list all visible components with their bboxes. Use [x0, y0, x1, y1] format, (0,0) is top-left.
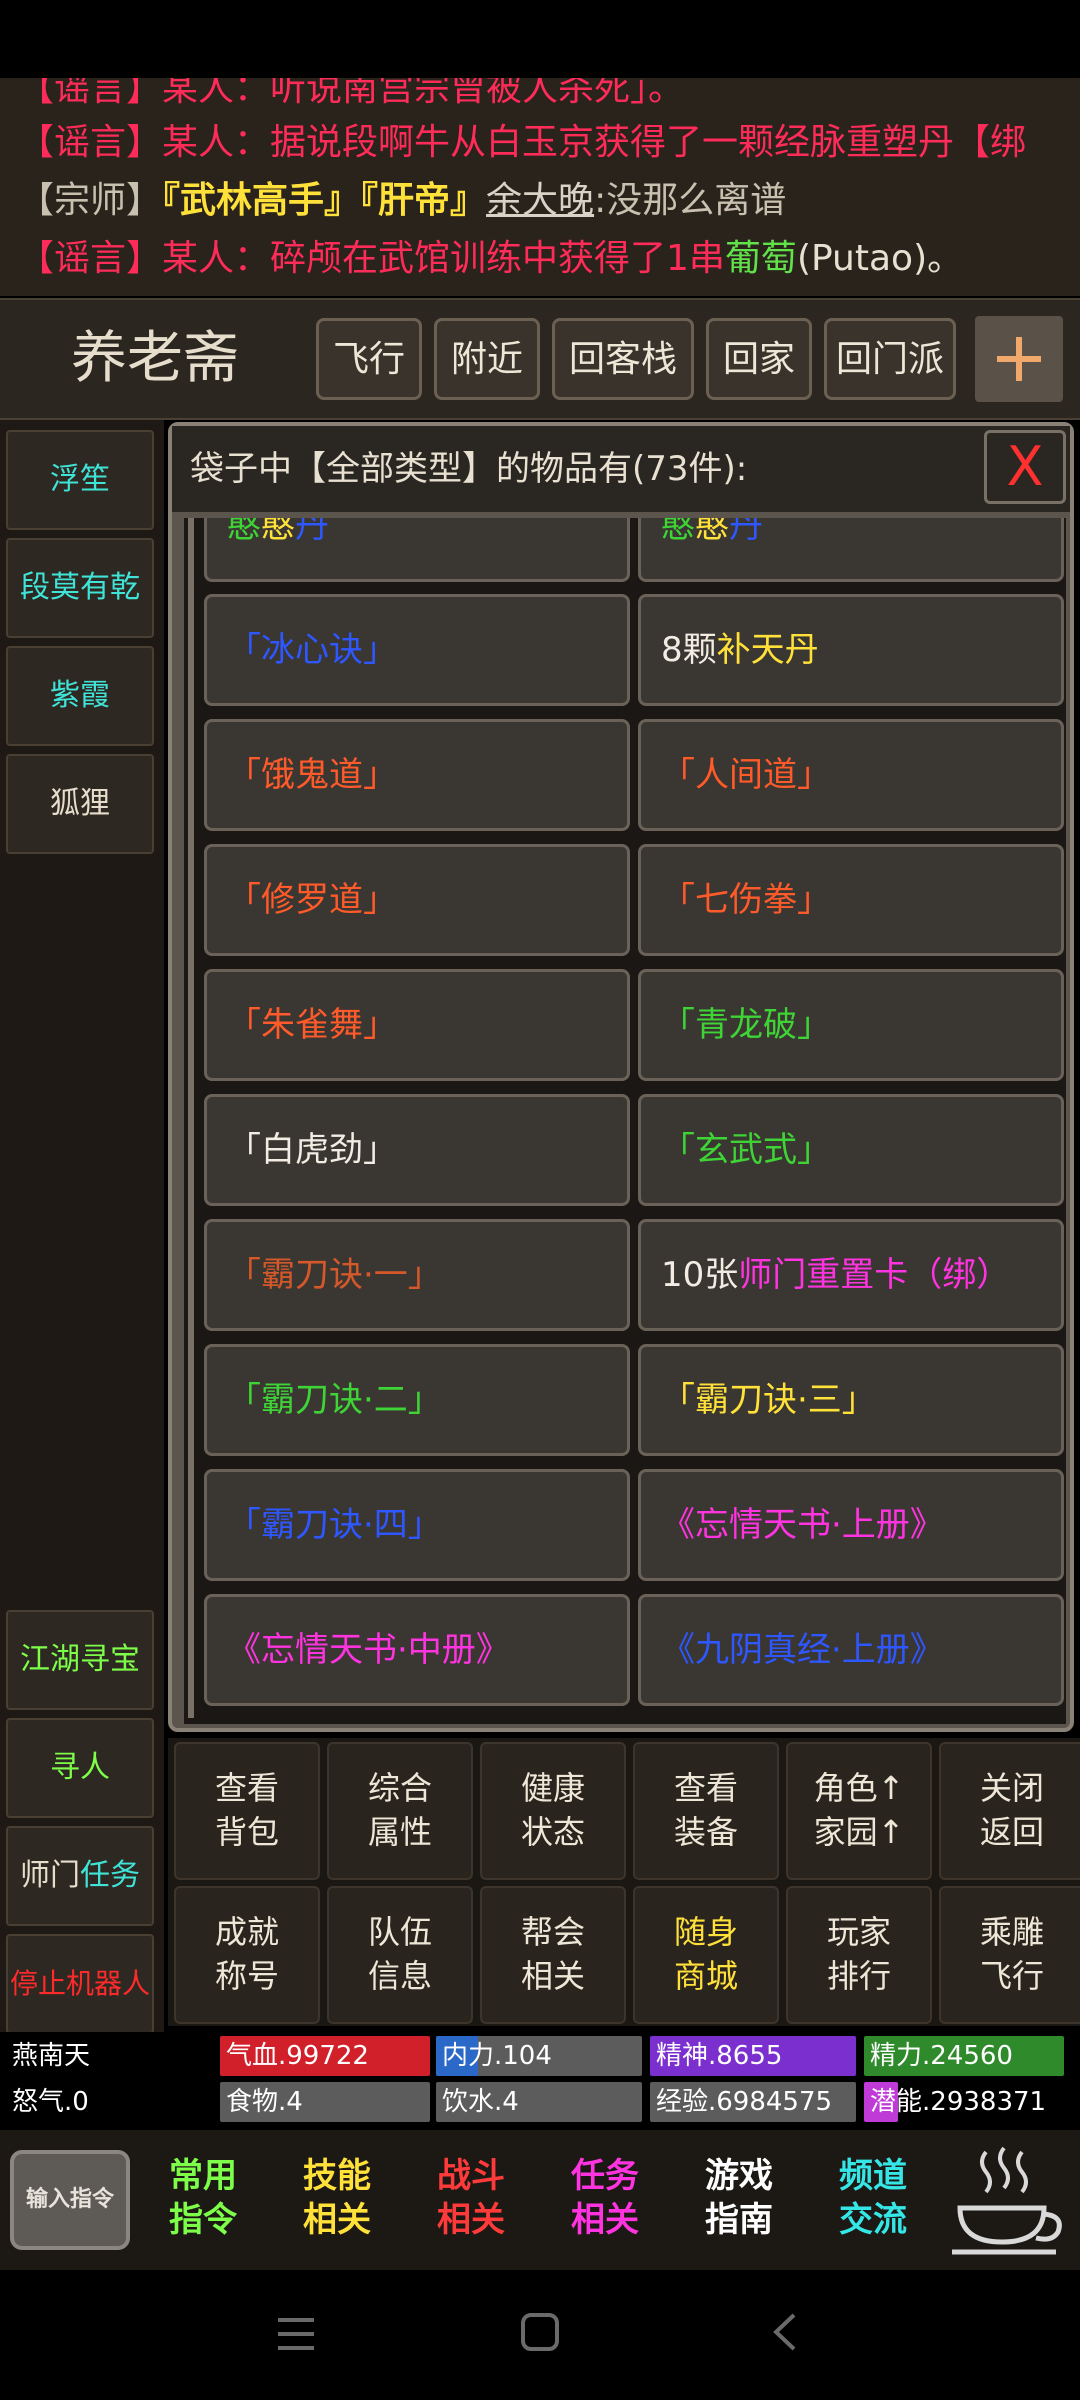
eagle-fly-button[interactable]: 乘雕 飞行 [939, 1886, 1080, 2024]
close-icon[interactable]: X [984, 430, 1066, 504]
bag-item[interactable]: 「朱雀舞」 [204, 969, 630, 1081]
sect-task-button[interactable]: 师门任务 [6, 1826, 154, 1926]
bag-item[interactable]: 「霸刀诀·二」 [204, 1344, 630, 1456]
bag-item[interactable]: 憨憨丹 [638, 518, 1064, 582]
chat-item-link[interactable]: 葡萄 [725, 238, 797, 279]
bag-item[interactable]: 「七伤拳」 [638, 844, 1064, 956]
chat-line-rumor-1: 【谣言】某人：据说段啊牛从白玉京获得了一颗经脉重塑丹【绑 [18, 122, 1027, 163]
jingli-stat: 精力.24560 [870, 2041, 1013, 2071]
chat-player-name-link[interactable]: 余大晚 [486, 180, 594, 221]
find-person-button[interactable]: 寻人 [6, 1718, 154, 1818]
left-nav: 浮笙 段莫有乾 紫霞 狐狸 江湖寻宝 寻人 师门任务 停止机器人 [0, 420, 164, 2034]
home-icon[interactable] [520, 2312, 560, 2352]
bag-item[interactable]: 「霸刀诀·四」 [204, 1469, 630, 1581]
back-to-inn-button[interactable]: 回客栈 [552, 318, 694, 400]
scrollbar[interactable] [188, 518, 194, 1718]
bag-item[interactable]: 10张师门重置卡（绑） [638, 1219, 1064, 1331]
fly-button[interactable]: 飞行 [316, 318, 422, 400]
go-home-button[interactable]: 回家 [706, 318, 812, 400]
plus-icon[interactable] [975, 316, 1063, 402]
back-icon[interactable] [768, 2312, 800, 2352]
npc-button-fusheng[interactable]: 浮笙 [6, 430, 154, 530]
treasure-hunt-button[interactable]: 江湖寻宝 [6, 1610, 154, 1710]
npc-button-zixia[interactable]: 紫霞 [6, 646, 154, 746]
bag-item[interactable]: 「白虎劲」 [204, 1094, 630, 1206]
menu-icon[interactable] [276, 2314, 316, 2354]
bag-item[interactable]: 「霸刀诀·三」 [638, 1344, 1064, 1456]
potential-stat: 潜能.2938371 [870, 2087, 1047, 2117]
guild-button[interactable]: 帮会 相关 [480, 1886, 626, 2024]
water-stat: 饮水.4 [442, 2087, 519, 2117]
command-grid: 查看 背包 综合 属性 健康 状态 查看 装备 角色↑ 家园↑ 关闭 返回 成就 称号 队伍信… [168, 1738, 1080, 2026]
skills-button[interactable]: 技能 相关 [270, 2130, 404, 2270]
bag-item[interactable]: 「人间道」 [638, 719, 1064, 831]
command-input-button[interactable]: 输入指令 [10, 2150, 130, 2250]
bag-item[interactable]: 《忘情天书·中册》 [204, 1594, 630, 1706]
teacup-icon[interactable] [946, 2138, 1070, 2262]
jingshen-stat: 精神.8655 [656, 2041, 783, 2071]
attributes-button[interactable]: 综合 属性 [327, 1742, 473, 1880]
neili-stat: 内力.104 [442, 2041, 552, 2071]
game-guide-button[interactable]: 游戏 指南 [672, 2130, 806, 2270]
chat-line-rumor-2: 【谣言】某人：碎颅在武馆训练中获得了1串葡萄(Putao)。 [18, 238, 964, 279]
shop-button[interactable]: 随身 商城 [633, 1886, 779, 2024]
combat-button[interactable]: 战斗 相关 [404, 2130, 538, 2270]
achievements-button[interactable]: 成就 称号 [174, 1886, 320, 2024]
system-nav-bar [0, 2270, 1080, 2400]
location-header: 养老斋 飞行 附近 回客栈 回家 回门派 [0, 298, 1080, 420]
stop-bot-button[interactable]: 停止机器人 [6, 1934, 154, 2034]
bag-item-list[interactable]: 憨憨丹 憨憨丹 「冰心诀」 8颗补天丹 「饿鬼道」 「人间道」 「修罗道」 「七… [184, 518, 1066, 1724]
chat-line-partial: 【谣言】某人：听说南宫宗曾被人杀死」。 [18, 78, 685, 109]
bag-item[interactable]: 「冰心诀」 [204, 594, 630, 706]
rage-stat: 怒气.0 [12, 2087, 89, 2117]
bottom-menu: 输入指令 常用 指令 技能 相关 战斗 相关 任务 相关 游戏 指南 频道 交流 [0, 2130, 1080, 2270]
back-to-sect-button[interactable]: 回门派 [824, 318, 956, 400]
close-return-button[interactable]: 关闭 返回 [939, 1742, 1080, 1880]
npc-button-duanmo[interactable]: 段莫有乾 [6, 538, 154, 638]
bag-panel: 袋子中【全部类型】的物品有(73件): X 憨憨丹 憨憨丹 「冰心诀」 8颗补天… [168, 422, 1074, 1732]
bag-item[interactable]: 「修罗道」 [204, 844, 630, 956]
bag-item[interactable]: 「青龙破」 [638, 969, 1064, 1081]
food-stat: 食物.4 [226, 2087, 303, 2117]
view-equipment-button[interactable]: 查看 装备 [633, 1742, 779, 1880]
bag-item[interactable]: 憨憨丹 [204, 518, 630, 582]
role-home-button[interactable]: 角色↑ 家园↑ [786, 1742, 932, 1880]
bag-title: 袋子中【全部类型】的物品有(73件): [190, 449, 748, 489]
exp-stat: 经验.6984575 [656, 2087, 833, 2117]
view-bag-button[interactable]: 查看 背包 [174, 1742, 320, 1880]
bag-item[interactable]: 「饿鬼道」 [204, 719, 630, 831]
bag-item[interactable]: 《忘情天书·上册》 [638, 1469, 1064, 1581]
location-title: 养老斋 [71, 326, 239, 391]
rumor-chat-panel: 【谣言】某人：听说南宫宗曾被人杀死」。 【谣言】某人：据说段啊牛从白玉京获得了一… [0, 78, 1080, 296]
bag-title-bar: 袋子中【全部类型】的物品有(73件): X [172, 426, 1070, 512]
nearby-button[interactable]: 附近 [434, 318, 540, 400]
bag-item[interactable]: 「霸刀诀·一」 [204, 1219, 630, 1331]
team-info-button[interactable]: 队伍 信息 [327, 1886, 473, 2024]
player-name: 燕南天 [12, 2041, 91, 2071]
chat-line-master: 【宗师】『武林高手』『肝帝』余大晚:没那么离谱 [18, 180, 787, 221]
tasks-button[interactable]: 任务 相关 [538, 2130, 672, 2270]
common-commands-button[interactable]: 常用 指令 [136, 2130, 270, 2270]
hp-stat: 气血.99722 [226, 2041, 369, 2071]
npc-button-huli[interactable]: 狐狸 [6, 754, 154, 854]
ranking-button[interactable]: 玩家 排行 [786, 1886, 932, 2024]
chat-item-link[interactable]: 经脉重塑丹 [774, 122, 954, 163]
health-status-button[interactable]: 健康 状态 [480, 1742, 626, 1880]
channel-chat-button[interactable]: 频道 交流 [806, 2130, 940, 2270]
bag-item[interactable]: 《九阴真经·上册》 [638, 1594, 1064, 1706]
bag-item[interactable]: 8颗补天丹 [638, 594, 1064, 706]
bag-item[interactable]: 「玄武式」 [638, 1094, 1064, 1206]
status-panel: 燕南天 怒气.0 气血.99722 内力.104 精神.8655 精力.2456… [0, 2032, 1080, 2126]
